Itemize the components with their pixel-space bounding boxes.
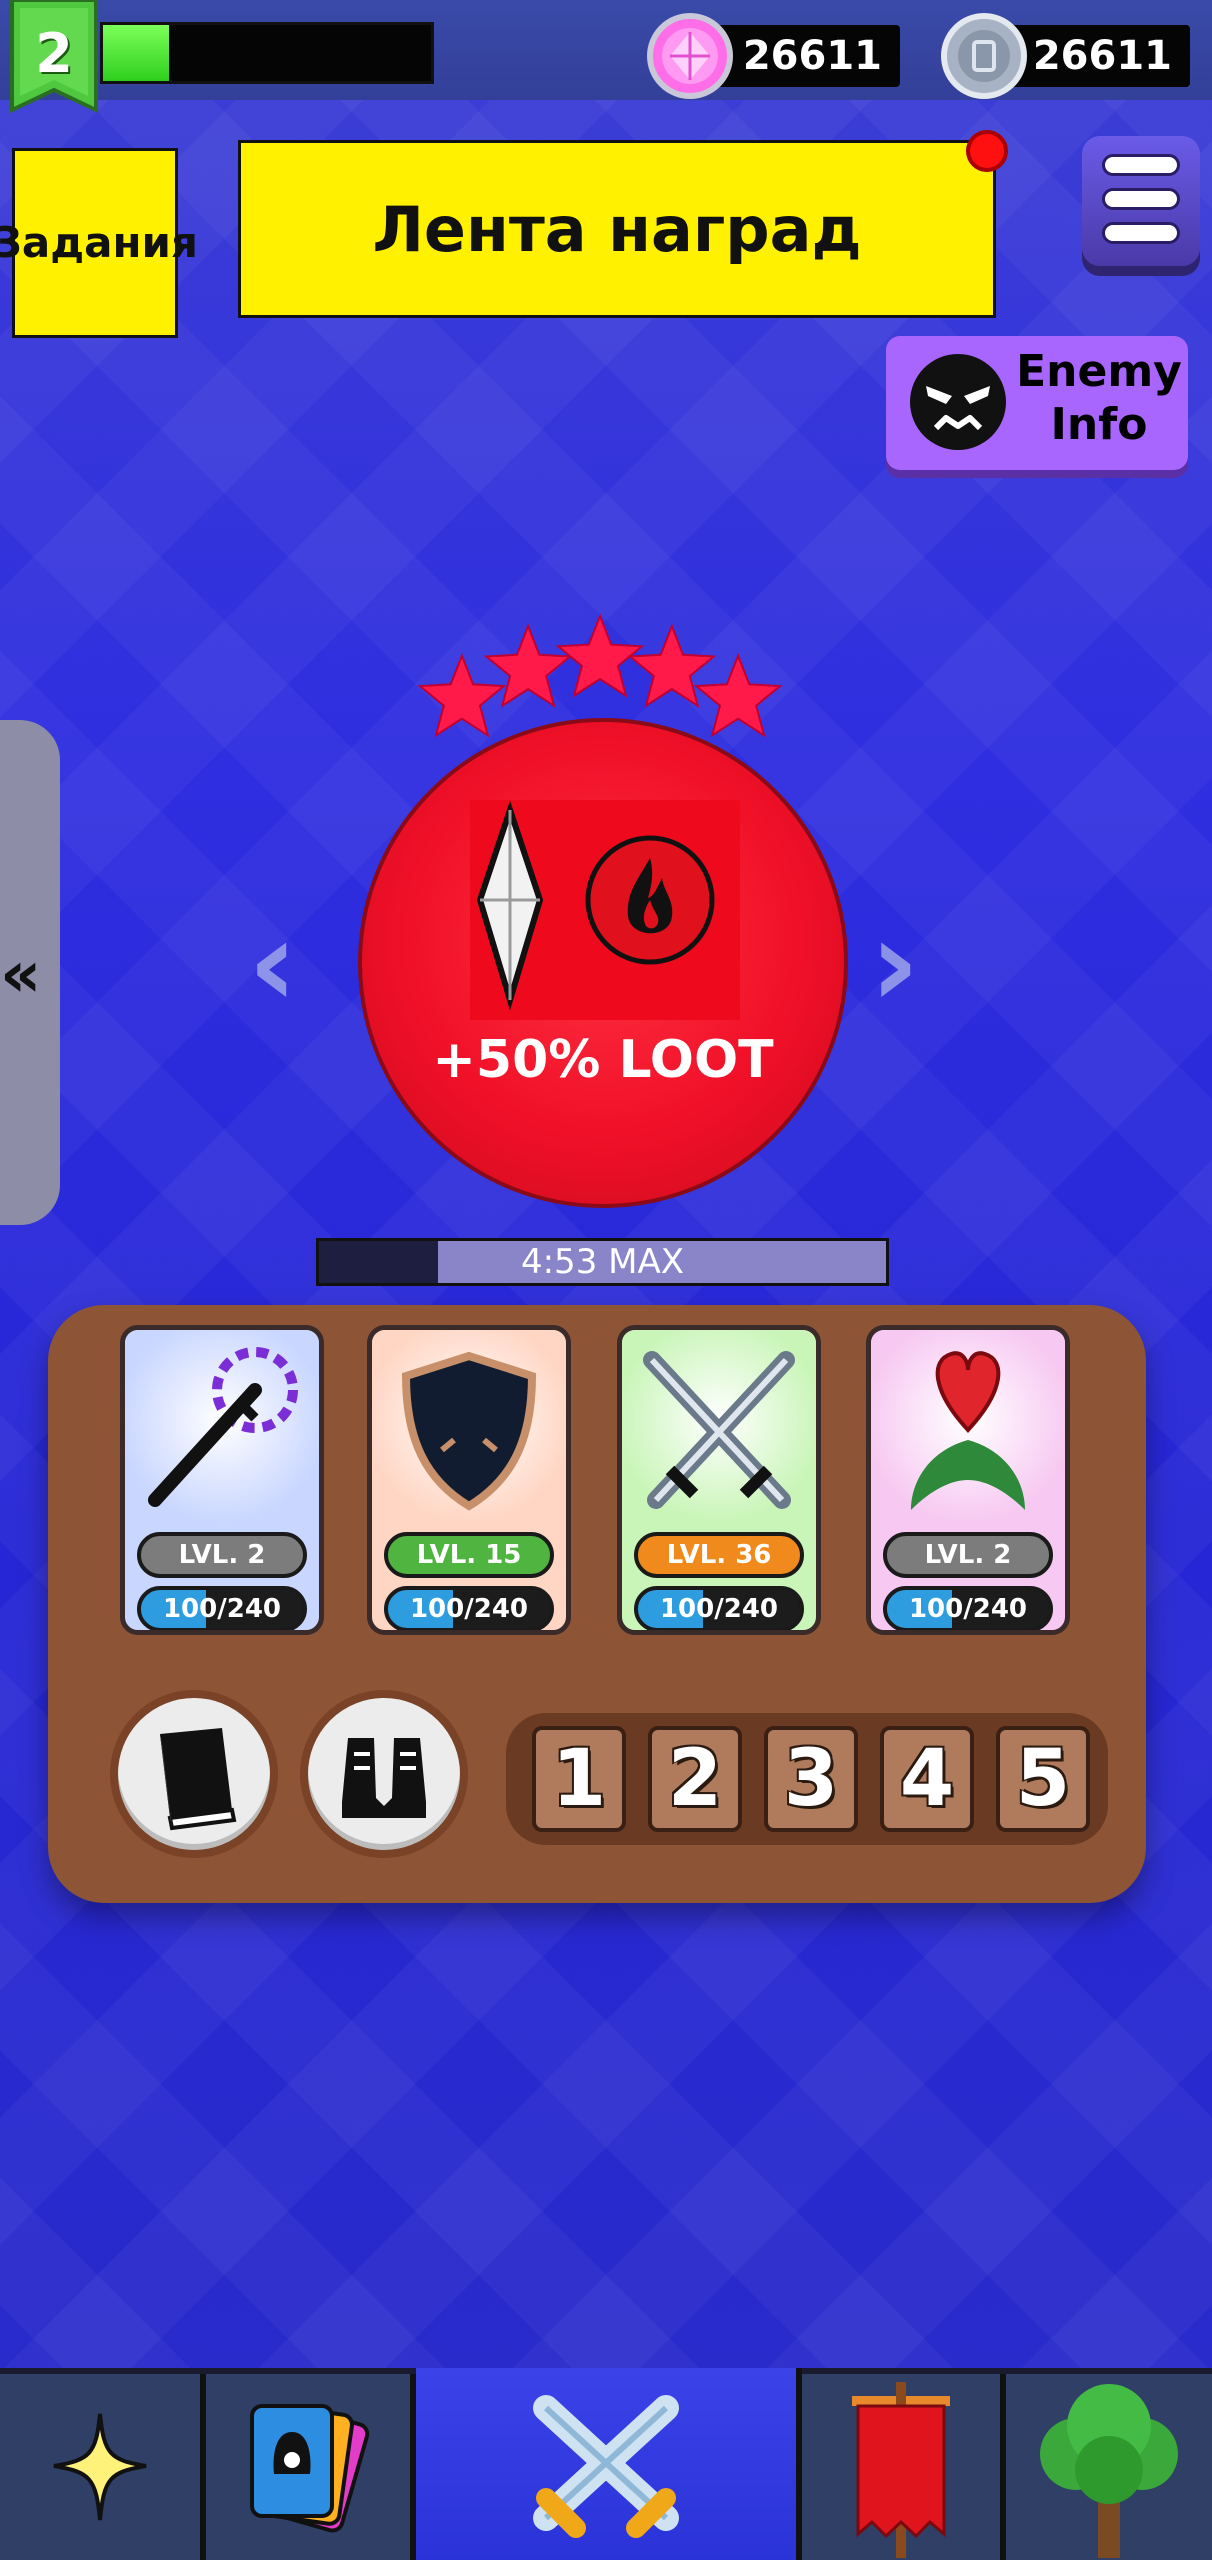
skill-card-art: [125, 1330, 319, 1530]
sparkle-icon: [53, 2413, 147, 2521]
star-icon: [417, 652, 507, 738]
skill-card-art: [372, 1330, 566, 1530]
star-icon: [483, 623, 573, 708]
skill-level-badge: LVL. 36: [634, 1532, 804, 1578]
fire-icon: [585, 835, 715, 965]
crossed-swords-icon: [643, 1351, 795, 1509]
cards-icon: [250, 2404, 370, 2533]
skill-progress: 100/240: [883, 1586, 1053, 1630]
coin-icon: [940, 12, 1028, 100]
nav-tab-upgrades[interactable]: [0, 2374, 206, 2560]
dagger-icon: [148, 1347, 298, 1507]
boss-timer-text: 4:53 MAX: [520, 1242, 685, 1282]
hamburger-icon-line: [1102, 222, 1180, 244]
boots-icon: [342, 1738, 426, 1818]
loot-bonus-label: +50% LOOT: [432, 1030, 774, 1090]
skill-card-swords[interactable]: LVL. 36 100/240: [617, 1325, 821, 1635]
gem-icon: [646, 12, 734, 100]
hamburger-icon-line: [1102, 188, 1180, 210]
skill-progress: 100/240: [384, 1586, 554, 1630]
nav-tab-battle[interactable]: [416, 2368, 802, 2560]
double-chevron-left-icon[interactable]: «: [0, 938, 60, 1012]
skill-level-badge: LVL. 2: [137, 1532, 307, 1578]
nav-tab-cards[interactable]: [206, 2374, 416, 2560]
skill-card-shield[interactable]: LVL. 15 100/240: [367, 1325, 571, 1635]
enemy-info-label: Enemy Info: [1016, 346, 1182, 450]
banner-icon: [852, 2382, 950, 2558]
tree-icon: [1040, 2384, 1178, 2558]
enemy-info-button[interactable]: Enemy Info: [886, 336, 1188, 470]
skill-level-badge: LVL. 2: [883, 1532, 1053, 1578]
loadout-slot-3[interactable]: 3: [764, 1726, 858, 1832]
boss-timer-bar: 4:53 MAX: [316, 1238, 889, 1286]
skill-card-dagger[interactable]: LVL. 2 100/240: [120, 1325, 324, 1635]
skill-progress: 100/240: [137, 1586, 307, 1630]
star-icon: [627, 623, 717, 708]
nav-tab-world[interactable]: [1006, 2374, 1212, 2560]
loadout-slot-5[interactable]: 5: [996, 1726, 1090, 1832]
battle-icon: [533, 2395, 679, 2538]
spellbook-button[interactable]: [110, 1690, 278, 1858]
previous-boss-chevron-icon[interactable]: ‹: [248, 895, 297, 1034]
player-level: 2: [35, 22, 73, 85]
skill-level-badge: LVL. 15: [384, 1532, 554, 1578]
nav-tab-guild[interactable]: [802, 2374, 1006, 2560]
equipment-button[interactable]: [300, 1690, 468, 1858]
skill-card-art: [622, 1330, 816, 1530]
quests-button[interactable]: Задания: [0, 148, 198, 338]
xp-bar-fill: [103, 25, 169, 81]
heart-icon: [911, 1351, 1025, 1510]
book-icon: [160, 1728, 237, 1831]
boss-modifier-icons: [470, 800, 740, 1020]
loadout-slot-1[interactable]: 1: [532, 1726, 626, 1832]
shield-icon: [401, 1351, 537, 1511]
skill-progress: 100/240: [634, 1586, 804, 1630]
xp-bar: [100, 22, 434, 84]
skill-card-art: [871, 1330, 1065, 1530]
loadout-slot-2[interactable]: 2: [648, 1726, 742, 1832]
reward-feed-button[interactable]: Лента наград: [238, 140, 996, 318]
notification-dot: [966, 130, 1008, 172]
angry-face-icon: [906, 350, 1010, 454]
menu-button[interactable]: [1082, 136, 1200, 266]
next-boss-chevron-icon[interactable]: ›: [870, 895, 919, 1034]
crystal-icon: [476, 800, 544, 1011]
loadout-slot-4[interactable]: 4: [880, 1726, 974, 1832]
level-badge[interactable]: 2: [8, 0, 100, 120]
skill-card-heart[interactable]: LVL. 2 100/240: [866, 1325, 1070, 1635]
hamburger-icon: [1102, 154, 1180, 176]
star-icon: [693, 652, 783, 738]
